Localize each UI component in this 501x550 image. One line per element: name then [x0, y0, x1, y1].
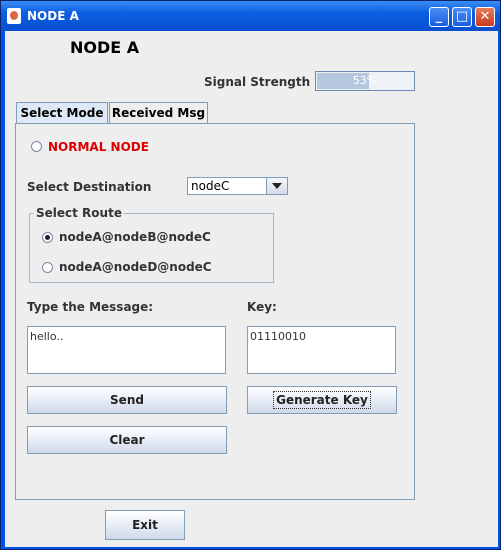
content-pane: NODE A Signal Strength 53% Select Mode R… [5, 31, 498, 547]
select-route-group: Select Route nodeA@nodeB@nodeC nodeA@nod… [29, 206, 274, 283]
exit-button[interactable]: Exit [105, 510, 185, 540]
key-label: Key: [247, 300, 277, 314]
destination-combo[interactable]: nodeC [187, 177, 288, 195]
select-destination-label: Select Destination [27, 180, 152, 194]
generate-key-button[interactable]: Generate Key [247, 386, 397, 414]
select-route-legend: Select Route [34, 206, 124, 220]
close-button[interactable]: ✕ [475, 7, 495, 27]
window-title: NODE A [27, 9, 79, 23]
message-label: Type the Message: [27, 300, 154, 314]
select-mode-panel: NORMAL NODE Select Destination nodeC Sel… [15, 123, 415, 500]
signal-strength-bar: 53% [315, 71, 415, 91]
maximize-button[interactable]: □ [452, 7, 472, 27]
page-title: NODE A [70, 38, 140, 57]
close-icon: ✕ [479, 9, 491, 24]
key-textarea[interactable]: 01110010 [247, 326, 396, 374]
route-option-1-label: nodeA@nodeB@nodeC [59, 230, 211, 244]
minimize-button[interactable]: _ [429, 7, 449, 27]
maximize-icon: □ [455, 9, 469, 24]
tab-select-mode[interactable]: Select Mode [16, 102, 108, 123]
send-button[interactable]: Send [27, 386, 227, 414]
signal-strength-value: 53% [352, 74, 378, 87]
route-option-1-radio[interactable] [42, 232, 53, 243]
minimize-icon: _ [435, 9, 443, 24]
message-textarea[interactable]: hello.. [27, 326, 226, 374]
chevron-down-icon[interactable] [266, 178, 287, 194]
generate-key-label: Generate Key [273, 391, 371, 409]
route-option-2-label: nodeA@nodeD@nodeC [59, 260, 212, 274]
java-app-icon [7, 8, 21, 24]
route-option-2-radio[interactable] [42, 262, 53, 273]
app-window: NODE A _ □ ✕ NODE A Signal Strength 53% … [0, 0, 501, 550]
clear-button[interactable]: Clear [27, 426, 227, 454]
title-bar[interactable]: NODE A _ □ ✕ [1, 1, 500, 31]
tab-received-msg[interactable]: Received Msg [109, 102, 208, 123]
destination-selected: nodeC [191, 179, 230, 193]
normal-node-radio[interactable] [31, 141, 42, 152]
normal-node-label: NORMAL NODE [48, 140, 149, 154]
signal-strength-label: Signal Strength [204, 75, 311, 89]
